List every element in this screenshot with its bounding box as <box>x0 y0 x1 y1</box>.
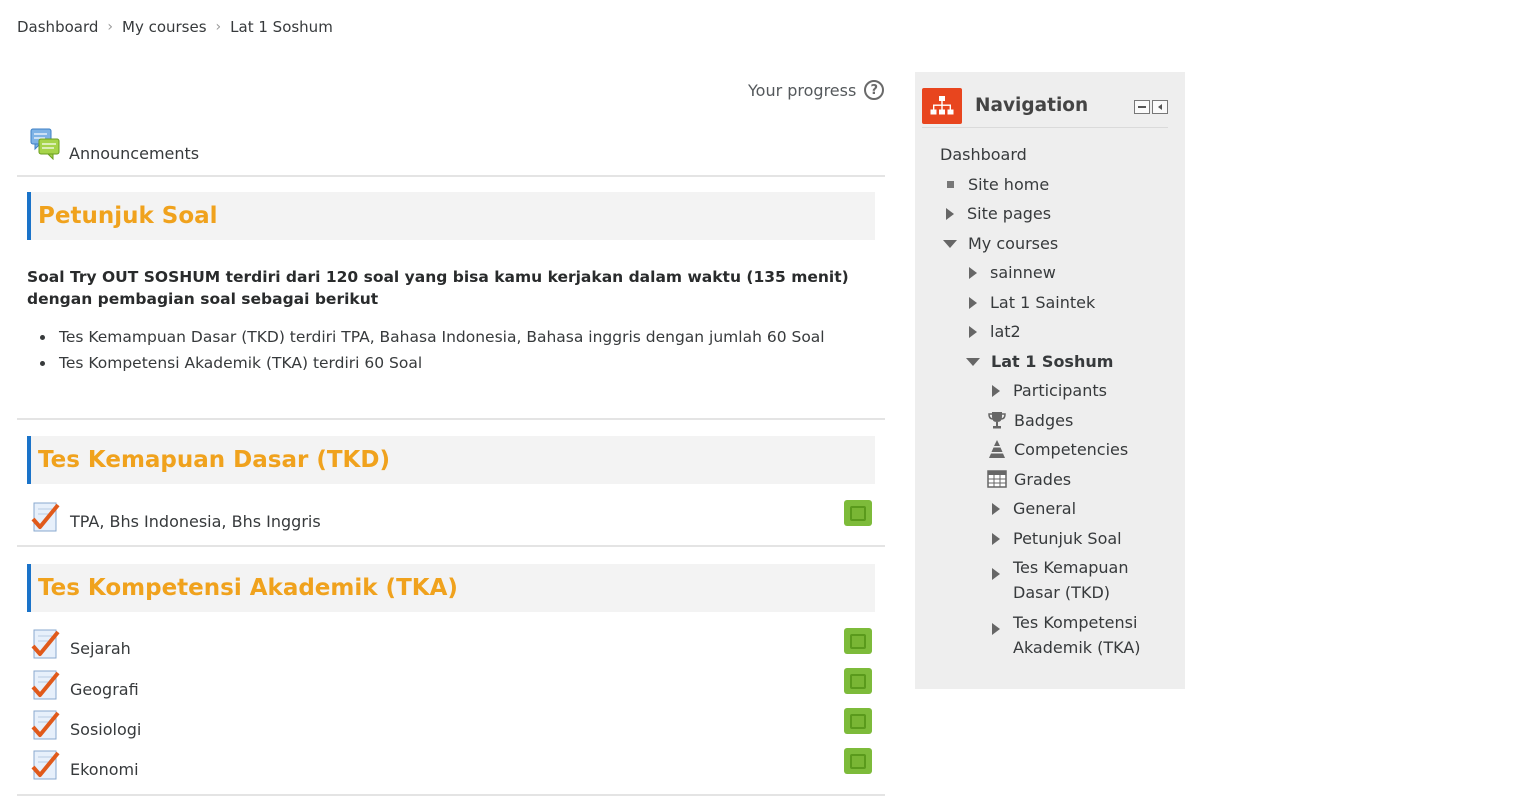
expand-arrow-icon[interactable] <box>992 385 1000 397</box>
chevron-right-icon: › <box>215 19 222 35</box>
checkbox-inner <box>850 673 866 689</box>
activity-link[interactable]: Sosiologi <box>70 720 141 739</box>
breadcrumb-course[interactable]: Lat 1 Soshum <box>230 18 333 36</box>
navigation-title: Navigation <box>975 95 1089 116</box>
activity-ekonomi[interactable]: Ekonomi <box>31 748 139 782</box>
nav-item-petunjuk-soal[interactable]: Petunjuk Soal <box>989 526 1122 551</box>
section-summary: Soal Try OUT SOSHUM terdiri dari 120 soa… <box>27 268 849 308</box>
activity-sejarah[interactable]: Sejarah <box>31 627 131 661</box>
activity-link[interactable]: Ekonomi <box>70 760 139 779</box>
nav-item-badges[interactable]: Badges <box>987 408 1073 433</box>
completion-checkbox[interactable] <box>844 748 872 774</box>
nav-item-grades[interactable]: Grades <box>987 467 1071 492</box>
nav-item-participants[interactable]: Participants <box>989 378 1107 403</box>
nav-item-sainnew[interactable]: sainnew <box>966 260 1056 285</box>
bullet-icon <box>947 181 954 188</box>
quiz-icon <box>31 628 61 660</box>
nav-item-general[interactable]: General <box>989 496 1076 521</box>
navigation-header: Navigation <box>922 84 1168 128</box>
progress-label: Your progress <box>748 80 857 100</box>
announcements-link[interactable]: Announcements <box>69 144 199 163</box>
breadcrumb-my-courses[interactable]: My courses <box>122 18 207 36</box>
summary-list: Tes Kemampuan Dasar (TKD) terdiri TPA, B… <box>40 324 825 376</box>
expand-arrow-icon[interactable] <box>992 568 1000 580</box>
completion-checkbox[interactable] <box>844 500 872 526</box>
completion-checkbox[interactable] <box>844 708 872 734</box>
expand-arrow-icon[interactable] <box>992 503 1000 515</box>
progress-indicator: Your progress ? <box>748 80 885 100</box>
nav-item-competencies[interactable]: Competencies <box>987 437 1128 462</box>
collapse-icon[interactable] <box>1134 100 1150 114</box>
nav-item-lat-1-saintek[interactable]: Lat 1 Saintek <box>966 290 1095 315</box>
announcements-activity[interactable]: Announcements <box>30 128 199 164</box>
expand-arrow-icon[interactable] <box>969 267 977 279</box>
section-title-tka[interactable]: Tes Kompetensi Akademik (TKA) <box>27 564 875 612</box>
expand-arrow-icon[interactable] <box>946 208 954 220</box>
nav-item-tes-kemapuan-dasar[interactable]: Tes Kemapuan Dasar (TKD) <box>989 555 1129 605</box>
navigation-block: Navigation Dashboard Site home Site page… <box>915 72 1185 689</box>
section-divider <box>17 545 885 547</box>
expand-arrow-icon[interactable] <box>992 623 1000 635</box>
competencies-icon <box>987 439 1007 459</box>
checkbox-inner <box>850 505 866 521</box>
completion-checkbox[interactable] <box>844 668 872 694</box>
quiz-icon <box>31 669 61 701</box>
section-divider <box>17 794 885 796</box>
block-controls <box>1134 100 1168 114</box>
checkbox-inner <box>850 753 866 769</box>
nav-item-lat2[interactable]: lat2 <box>966 319 1021 344</box>
section-divider <box>17 418 885 420</box>
collapse-arrow-icon[interactable] <box>943 240 957 248</box>
activity-link[interactable]: TPA, Bhs Indonesia, Bhs Inggris <box>70 512 321 531</box>
activity-link[interactable]: Geografi <box>70 680 139 699</box>
activity-sosiologi[interactable]: Sosiologi <box>31 708 141 742</box>
breadcrumb: Dashboard › My courses › Lat 1 Soshum <box>17 18 333 36</box>
list-item: Tes Kompetensi Akademik (TKA) terdiri 60… <box>40 350 825 376</box>
expand-arrow-icon[interactable] <box>992 533 1000 545</box>
nav-item-lat-1-soshum[interactable]: Lat 1 Soshum <box>966 349 1113 374</box>
forum-icon <box>30 128 60 164</box>
chevron-right-icon: › <box>107 19 113 35</box>
help-icon[interactable]: ? <box>864 80 885 100</box>
section-title-tkd[interactable]: Tes Kemapuan Dasar (TKD) <box>27 436 875 484</box>
expand-arrow-icon[interactable] <box>969 326 977 338</box>
bullet-icon <box>40 334 45 340</box>
nav-item-tes-kompetensi-akademik[interactable]: Tes Kompetensi Akademik (TKA) <box>989 610 1141 660</box>
sitemap-icon <box>922 87 962 124</box>
checkbox-inner <box>850 633 866 649</box>
trophy-icon <box>987 410 1007 430</box>
list-item: Tes Kemampuan Dasar (TKD) terdiri TPA, B… <box>40 324 825 350</box>
collapse-arrow-icon[interactable] <box>966 358 980 366</box>
nav-item-site-pages[interactable]: Site pages <box>943 201 1051 226</box>
quiz-icon <box>31 501 61 533</box>
bullet-icon <box>40 360 45 366</box>
quiz-icon <box>31 709 61 741</box>
breadcrumb-dashboard[interactable]: Dashboard <box>17 18 98 36</box>
section-divider <box>17 175 885 177</box>
activity-link[interactable]: Sejarah <box>70 639 131 658</box>
checkbox-inner <box>850 713 866 729</box>
dock-icon[interactable] <box>1152 100 1168 114</box>
section-title-petunjuk-soal[interactable]: Petunjuk Soal <box>27 192 875 240</box>
expand-arrow-icon[interactable] <box>969 297 977 309</box>
completion-checkbox[interactable] <box>844 628 872 654</box>
nav-item-my-courses[interactable]: My courses <box>943 231 1058 256</box>
activity-tpa[interactable]: TPA, Bhs Indonesia, Bhs Inggris <box>31 500 321 534</box>
grades-table-icon <box>987 469 1007 489</box>
nav-item-dashboard[interactable]: Dashboard <box>940 142 1027 167</box>
quiz-icon <box>31 749 61 781</box>
nav-item-site-home[interactable]: Site home <box>940 172 1049 197</box>
activity-geografi[interactable]: Geografi <box>31 668 139 702</box>
